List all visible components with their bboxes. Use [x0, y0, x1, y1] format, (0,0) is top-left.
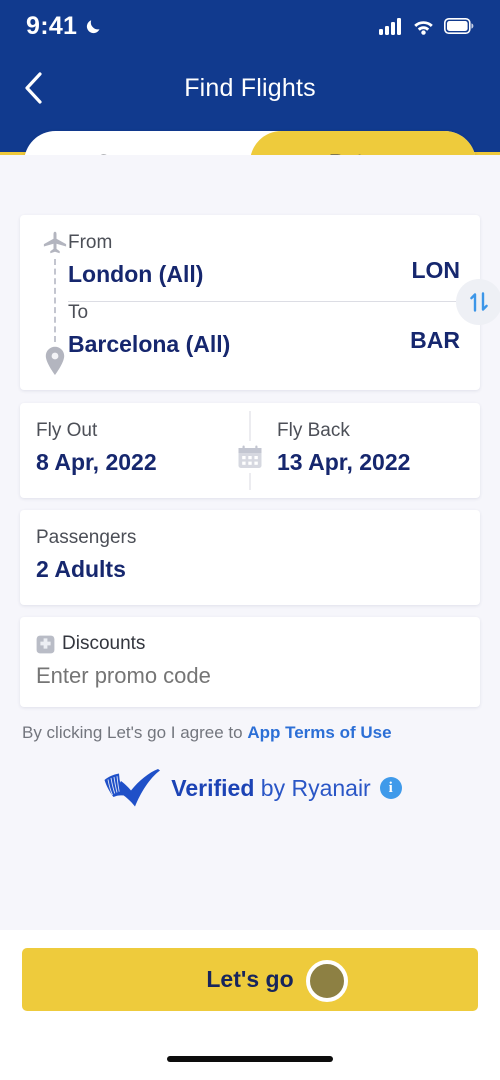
destination-field[interactable]: To Barcelona (All) BAR: [68, 299, 466, 369]
verified-rest-text: by Ryanair: [254, 774, 371, 801]
destination-code: BAR: [410, 327, 460, 353]
origin-field[interactable]: From London (All) LON: [68, 229, 466, 299]
cellular-signal-icon: [379, 17, 401, 35]
back-button[interactable]: [8, 58, 58, 118]
navigation-bar: Find Flights: [0, 58, 500, 118]
route-fields: From London (All) LON To Barcelona (All)…: [68, 229, 466, 369]
discounts-label: Discounts: [62, 633, 146, 654]
dates-card: Fly Out 8 Apr, 2022 Fly Back 13 Apr, 202…: [20, 403, 480, 498]
home-indicator: [167, 1056, 333, 1062]
status-bar: 9:41: [0, 0, 500, 52]
fly-out-field[interactable]: Fly Out 8 Apr, 2022: [20, 403, 239, 498]
passengers-value: 2 Adults: [36, 556, 126, 582]
chevron-left-icon: [25, 72, 42, 104]
ryanair-harp-logo-icon: [104, 769, 161, 807]
fly-back-field[interactable]: Fly Back 13 Apr, 2022: [239, 403, 480, 498]
map-pin-icon: [45, 346, 65, 375]
status-bar-left: 9:41: [26, 12, 104, 41]
passengers-card[interactable]: Passengers 2 Adults: [20, 510, 480, 605]
fly-out-value: 8 Apr, 2022: [36, 449, 157, 475]
page-title: Find Flights: [184, 73, 316, 102]
passengers-label: Passengers: [36, 527, 137, 548]
verified-badge: Verified by Ryanair i: [0, 767, 500, 809]
touch-cursor-indicator: [306, 960, 348, 1002]
verified-bold-text: Verified: [171, 774, 255, 801]
app-terms-of-use-link[interactable]: App Terms of Use: [247, 723, 391, 742]
wifi-icon: [414, 20, 433, 35]
calendar-icon: [238, 445, 262, 468]
fly-back-value: 13 Apr, 2022: [277, 449, 411, 475]
promo-code-input[interactable]: [36, 659, 454, 693]
search-form: From London (All) LON To Barcelona (All)…: [0, 155, 500, 930]
discounts-card[interactable]: Discounts: [20, 617, 480, 707]
bottom-action-bar: Let's go: [0, 930, 500, 1080]
origin-label: From: [68, 232, 113, 253]
swap-button[interactable]: [456, 279, 500, 325]
discounts-label-row: Discounts: [36, 631, 480, 657]
battery-full-icon: [444, 18, 474, 34]
route-dotted-line: [54, 259, 56, 342]
app-screen: 9:41 Find Flights From London (All) LON …: [0, 0, 500, 1080]
airplane-icon: [43, 231, 67, 254]
swap-vertical-icon: [470, 292, 488, 312]
lets-go-button[interactable]: Let's go: [22, 948, 478, 1011]
route-divider: [68, 301, 466, 302]
info-circle-icon[interactable]: i: [379, 777, 402, 799]
terms-prefix: By clicking Let's go I agree to: [22, 723, 248, 742]
destination-label: To: [68, 302, 89, 323]
fly-out-label: Fly Out: [36, 420, 98, 441]
origin-value: London (All): [68, 261, 204, 287]
route-card: From London (All) LON To Barcelona (All)…: [20, 215, 500, 390]
discount-tag-icon: [36, 635, 55, 653]
fly-back-label: Fly Back: [277, 420, 350, 441]
terms-notice: By clicking Let's go I agree to App Term…: [22, 723, 482, 743]
status-bar-right: [379, 17, 474, 35]
crescent-moon-icon: [87, 20, 100, 34]
origin-code: LON: [411, 257, 460, 283]
status-bar-time: 9:41: [26, 11, 78, 40]
destination-value: Barcelona (All): [68, 331, 231, 357]
verified-text: Verified by Ryanair: [171, 775, 370, 802]
route-icon-column: [40, 231, 70, 376]
calendar-icon-wrap: [235, 441, 265, 473]
